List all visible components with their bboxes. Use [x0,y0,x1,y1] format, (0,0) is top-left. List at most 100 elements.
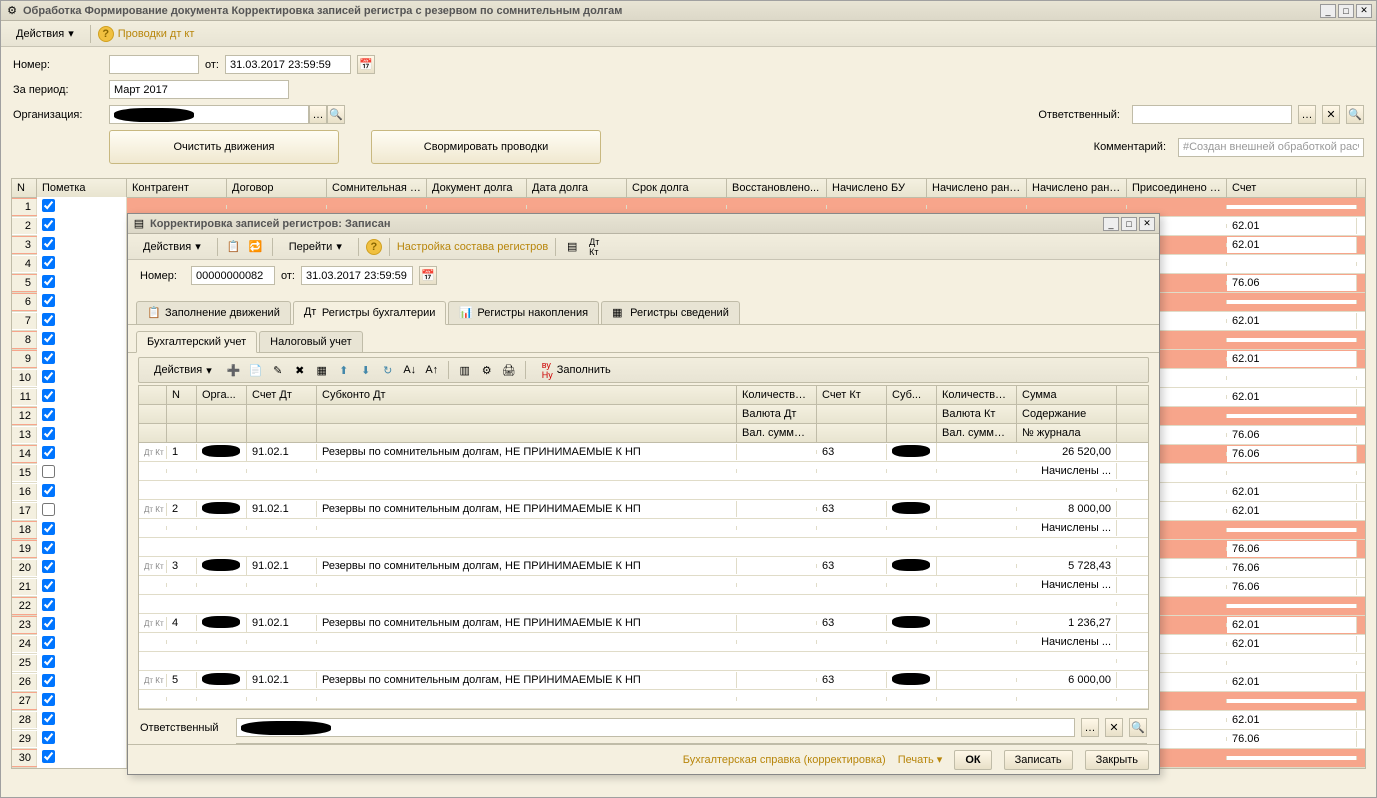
row-checkbox[interactable] [42,484,55,497]
row-checkbox[interactable] [42,617,55,630]
tab-0[interactable]: 📋Заполнение движений [136,301,291,324]
modal-number-input[interactable] [191,266,275,285]
modal-col-header[interactable]: Количество ... [737,386,817,404]
sort-asc-icon[interactable]: ↻ [379,361,397,379]
modal-col-header[interactable]: Суб... [887,386,937,404]
entry-row[interactable]: Дт Кт191.02.1Резервы по сомнительным дол… [139,443,1148,462]
modal-col-header[interactable] [247,424,317,442]
row-checkbox[interactable] [42,636,55,649]
goto-menu[interactable]: Перейти ▾ [280,237,351,256]
up-icon[interactable]: ⬆ [335,361,353,379]
org-select-button[interactable]: … [309,105,327,124]
settings-icon[interactable]: ⚙ [478,361,496,379]
calendar-icon[interactable]: 📅 [357,55,375,74]
sort-az-icon[interactable]: A↓ [401,361,419,379]
main-col-header[interactable]: Договор [227,179,327,197]
entry-row[interactable]: Начислены ... [139,576,1148,595]
postings-link[interactable]: Проводки дт кт [118,28,195,40]
modal-col-header[interactable] [247,405,317,423]
save-button[interactable]: Записать [1004,750,1073,770]
main-col-header[interactable]: Начислено ране... [927,179,1027,197]
tab-1[interactable]: ДтРегистры бухгалтерии [293,301,447,325]
main-col-header[interactable]: Документ долга [427,179,527,197]
setup-link[interactable]: Настройка состава регистров [397,241,548,253]
subtab-0[interactable]: Бухгалтерский учет [136,331,257,353]
row-checkbox[interactable] [42,218,55,231]
row-checkbox[interactable] [42,560,55,573]
row-checkbox[interactable] [42,237,55,250]
grid-icon[interactable]: ▦ [313,361,331,379]
row-checkbox[interactable] [42,332,55,345]
modal-col-header[interactable] [887,424,937,442]
main-col-header[interactable]: Начислено ране... [1027,179,1127,197]
from-date-input[interactable] [225,55,351,74]
modal-col-header[interactable] [197,405,247,423]
modal-col-header[interactable]: Счет Кт [817,386,887,404]
close-modal-button[interactable]: Закрыть [1085,750,1149,770]
down-icon[interactable]: ⬇ [357,361,375,379]
modal-col-header[interactable] [167,405,197,423]
entry-row[interactable] [139,690,1148,709]
delete-icon[interactable]: ✖ [291,361,309,379]
row-checkbox[interactable] [42,731,55,744]
modal-col-header[interactable]: Вал. сумма ... [937,424,1017,442]
row-checkbox[interactable] [42,446,55,459]
modal-col-header[interactable] [139,424,167,442]
modal-col-header[interactable]: N [167,386,197,404]
modal-col-header[interactable] [139,405,167,423]
main-col-header[interactable]: Дата долга [527,179,627,197]
resp-select-button[interactable]: … [1298,105,1316,124]
modal-help-icon[interactable]: ? [366,239,382,255]
modal-col-header[interactable] [817,405,887,423]
main-col-header[interactable]: Восстановлено... [727,179,827,197]
tab-2[interactable]: 📊Регистры накопления [448,301,599,324]
entry-row[interactable]: Дт Кт491.02.1Резервы по сомнительным дол… [139,614,1148,633]
modal-from-date[interactable] [301,266,413,285]
main-col-header[interactable]: N [12,179,37,197]
print-link[interactable]: Печать ▾ [898,753,943,766]
row-checkbox[interactable] [42,655,55,668]
modal-col-header[interactable] [887,405,937,423]
row-checkbox[interactable] [42,313,55,326]
modal-col-header[interactable]: Счет Дт [247,386,317,404]
modal-resp-search-icon[interactable]: 🔍 [1129,718,1147,737]
modal-col-header[interactable]: № журнала [1017,424,1117,442]
edit-icon[interactable]: ✎ [269,361,287,379]
row-checkbox[interactable] [42,351,55,364]
save-icon[interactable]: 📋 [225,238,243,256]
row-checkbox[interactable] [42,427,55,440]
row-checkbox[interactable] [42,579,55,592]
modal-col-header[interactable] [317,424,737,442]
print-icon[interactable]: 🖨 [500,361,518,379]
fill-button[interactable]: вуНу Заполнить [533,357,620,383]
actions-menu[interactable]: Действия ▾ [7,24,83,43]
modal-col-header[interactable]: Вал. сумма ... [737,424,817,442]
row-checkbox[interactable] [42,674,55,687]
row-checkbox[interactable] [42,199,55,212]
add-icon[interactable]: ➕ [225,361,243,379]
modal-col-header[interactable] [167,424,197,442]
row-checkbox[interactable] [42,750,55,763]
row-checkbox[interactable] [42,275,55,288]
modal-maximize-button[interactable]: □ [1121,217,1137,231]
modal-resp-clear[interactable]: ✕ [1105,718,1123,737]
modal-col-header[interactable]: Валюта Кт [937,405,1017,423]
modal-col-header[interactable]: Сумма [1017,386,1117,404]
responsible-input[interactable] [1132,105,1292,124]
help-icon[interactable]: ? [98,26,114,42]
row-checkbox[interactable] [42,693,55,706]
modal-col-header[interactable]: Содержание [1017,405,1117,423]
dtKt-icon[interactable]: ДтКт [585,238,603,256]
number-input[interactable] [109,55,199,74]
main-col-header[interactable]: Счет [1227,179,1357,197]
main-col-header[interactable]: Срок долга [627,179,727,197]
modal-col-header[interactable] [197,424,247,442]
modal-col-header[interactable] [817,424,887,442]
filter-icon[interactable]: ▥ [456,361,474,379]
row-checkbox[interactable] [42,465,55,478]
modal-col-header[interactable] [139,386,167,404]
row-checkbox[interactable] [42,541,55,554]
entry-row[interactable]: Начислены ... [139,519,1148,538]
row-checkbox[interactable] [42,522,55,535]
modal-resp-select[interactable]: … [1081,718,1099,737]
